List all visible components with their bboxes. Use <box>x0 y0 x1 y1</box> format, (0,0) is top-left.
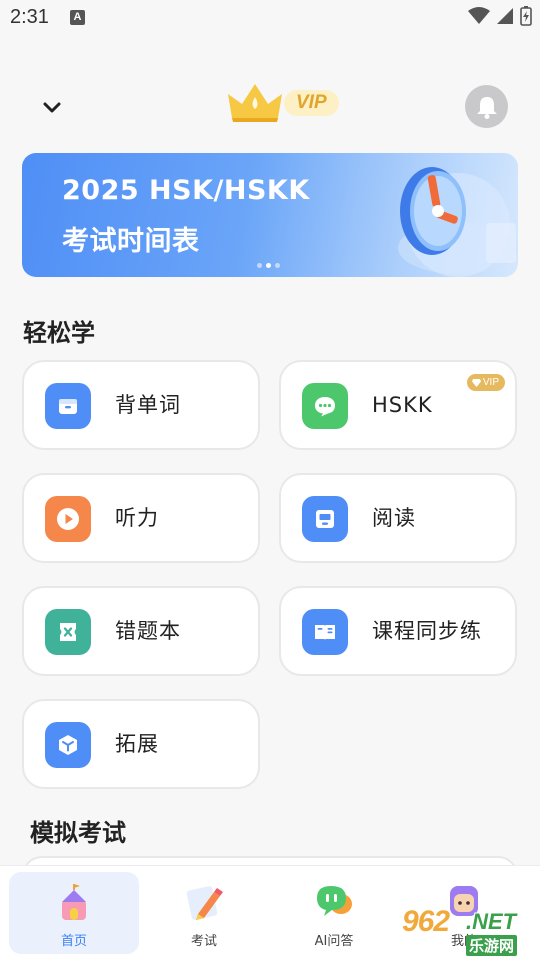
nav-label: 考试 <box>190 934 217 949</box>
mistake-icon <box>45 609 91 655</box>
reading-card[interactable]: 阅读 <box>279 473 517 563</box>
card-icon <box>45 383 91 429</box>
card-label: 课程同步练 <box>372 619 482 643</box>
listening-card[interactable]: 听力 <box>22 473 260 563</box>
home-castle-icon <box>62 884 86 920</box>
cube-icon <box>45 722 91 768</box>
watermark-logo: 962 .NET 乐游网 <box>400 905 540 960</box>
banner-pagination[interactable] <box>257 263 280 268</box>
exam-schedule-banner[interactable]: 2025 HSK/HSKK 考试时间表 <box>22 153 518 277</box>
crown-icon <box>228 84 282 122</box>
wifi-icon <box>468 7 490 24</box>
pencil-icon <box>186 886 223 920</box>
diamond-icon <box>471 378 481 387</box>
banner-dot[interactable] <box>275 263 280 268</box>
card-label: 阅读 <box>372 506 416 530</box>
nav-ai-qa[interactable]: AI问答 <box>269 872 399 954</box>
status-icons <box>468 6 532 26</box>
card-label: 拓展 <box>115 732 159 756</box>
banner-dot-active[interactable] <box>266 263 271 268</box>
extension-card[interactable]: 拓展 <box>22 699 260 789</box>
notification-a-icon: A <box>70 10 85 25</box>
section-title-mock-exam: 模拟考试 <box>30 819 126 847</box>
chat-icon <box>302 383 348 429</box>
section-title-easy-learn: 轻松学 <box>23 319 95 347</box>
vip-text: VIP <box>284 90 339 116</box>
bell-icon <box>476 96 497 119</box>
vip-badge-label: VIP <box>482 377 499 388</box>
vip-logo[interactable]: VIP <box>222 80 342 126</box>
watermark-domain: .NET <box>466 909 517 934</box>
status-bar: 2:31 A <box>0 0 540 36</box>
watermark-name: 乐游网 <box>466 935 518 956</box>
watermark-brand: 962 <box>402 905 450 938</box>
nav-exam[interactable]: 考试 <box>139 872 269 954</box>
vip-badge: VIP <box>466 374 505 391</box>
reader-icon <box>302 496 348 542</box>
hskk-card[interactable]: HSKK VIP <box>279 360 517 450</box>
vocabulary-card[interactable]: 背单词 <box>22 360 260 450</box>
nav-label: 首页 <box>60 934 87 949</box>
ai-chat-icon <box>317 886 352 916</box>
book-icon <box>302 609 348 655</box>
nav-label: AI问答 <box>314 934 354 949</box>
card-label: 错题本 <box>115 619 181 643</box>
course-practice-card[interactable]: 课程同步练 <box>279 586 517 676</box>
signal-icon <box>497 8 513 24</box>
avatar[interactable] <box>465 85 508 128</box>
card-label: 听力 <box>115 506 159 530</box>
clock-illustration-icon <box>398 167 518 277</box>
banner-dot[interactable] <box>257 263 262 268</box>
status-time: 2:31 <box>10 6 49 28</box>
card-label: 背单词 <box>115 393 181 417</box>
banner-title-line2: 考试时间表 <box>62 226 200 257</box>
chevron-down-icon[interactable] <box>40 96 64 120</box>
card-label: HSKK <box>372 393 433 417</box>
mistake-book-card[interactable]: 错题本 <box>22 586 260 676</box>
banner-title-line1: 2025 HSK/HSKK <box>62 175 310 206</box>
play-icon <box>45 496 91 542</box>
nav-home[interactable]: 首页 <box>9 872 139 954</box>
battery-icon <box>520 6 532 26</box>
